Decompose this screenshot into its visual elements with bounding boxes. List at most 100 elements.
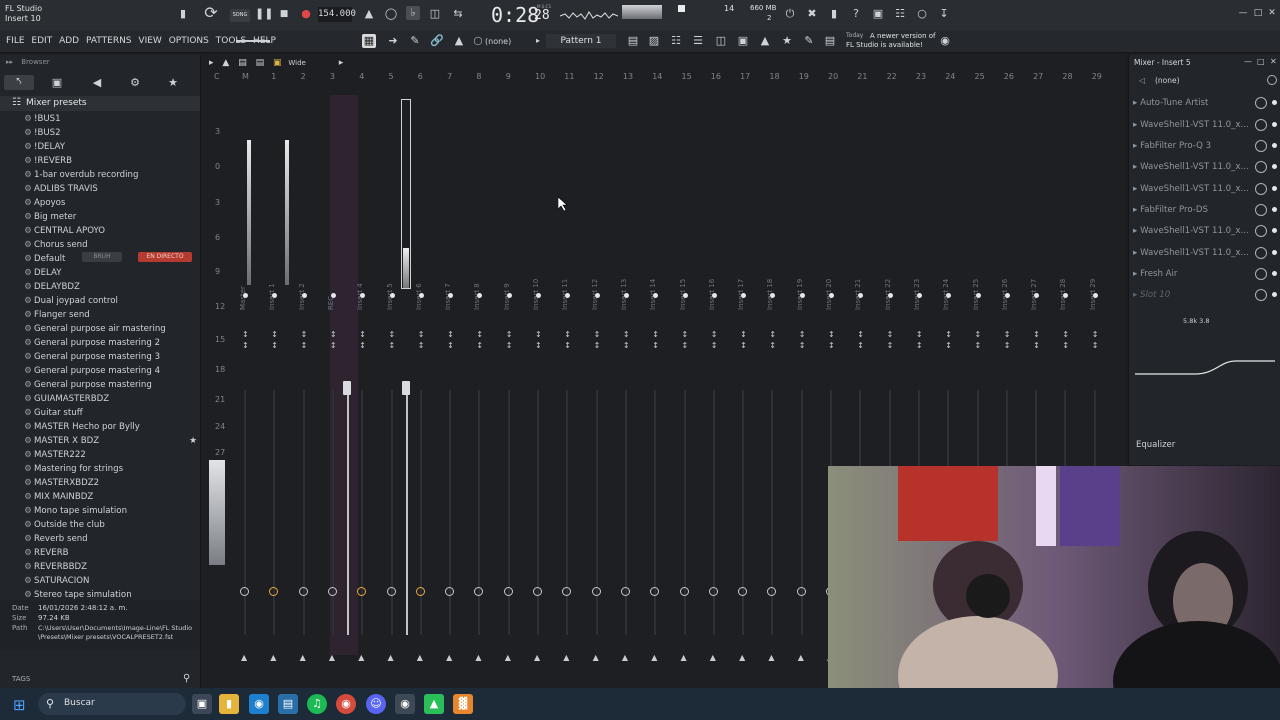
list-item[interactable]: ⚙ Flanger send [22,308,197,322]
fl-studio-icon[interactable]: ▓ [453,694,473,714]
song-mode-toggle[interactable]: SONG [230,9,250,22]
wait-icon[interactable]: ◯ [384,7,398,21]
stereo-knob[interactable]: ↕ [359,341,366,350]
mixer-strip[interactable]: Insert 19 ↕ ↕ ▲ [788,55,816,688]
fader-track[interactable] [566,390,569,635]
list-item[interactable]: ⚙ MASTER X BDZ ★ [22,434,197,448]
list-item[interactable]: ⚙ !REVERB [22,154,197,168]
taskbar-search[interactable]: ⚲ Buscar [38,693,186,715]
piano-roll-icon[interactable]: ▨ [647,34,661,48]
strip-enable-toggle[interactable] [418,293,424,298]
pan-knob[interactable]: ↕ [1004,330,1011,339]
list-item[interactable]: ⚙ REVERB [22,546,197,560]
mixer-strip[interactable]: Insert 4 ↕ ↕ ▲ [348,55,376,688]
stereo-knob[interactable]: ↕ [447,341,454,350]
stereo-knob[interactable]: ↕ [769,341,776,350]
list-item[interactable]: ⚙ Dual joypad control [22,294,197,308]
route-knob[interactable] [327,587,337,596]
send-arrow-icon[interactable]: ▲ [593,653,599,662]
pan-knob[interactable]: ↕ [975,330,982,339]
menu-edit[interactable]: EDIT [31,36,52,46]
spotify-icon[interactable]: ♫ [307,694,327,714]
pencil-icon[interactable]: ✎ [408,34,422,48]
pan-knob[interactable]: ↕ [418,330,425,339]
fader-track[interactable] [683,390,686,635]
strip-enable-toggle[interactable] [243,293,248,298]
list-item[interactable]: ⚙ DELAY [22,266,197,280]
fader-track[interactable] [507,390,510,635]
fader-track[interactable] [595,390,598,635]
slot-enable-toggle[interactable] [1272,292,1277,297]
fx-slot-2[interactable]: ▸ WaveShell1-VST 11.0_x... [1133,115,1277,135]
route-knob[interactable] [415,587,425,596]
route-knob[interactable] [796,587,806,596]
strip-enable-toggle[interactable] [799,293,805,298]
list-item[interactable]: ⚙ General purpose mastering 3 [22,350,197,364]
list-item[interactable]: ⚙ REVERBBDZ [22,560,197,574]
stereo-knob[interactable]: ↕ [271,341,278,350]
obs-icon[interactable]: ◉ [395,694,415,714]
list-item[interactable]: ⚙ General purpose mastering 2 [22,336,197,350]
stereo-knob[interactable]: ↕ [740,341,747,350]
link-icon[interactable]: 🔗 [430,34,444,48]
save-icon[interactable]: ▣ [871,7,885,21]
route-knob[interactable] [240,587,249,596]
mixer-strip[interactable]: Insert 14 ↕ ↕ ▲ [641,55,669,688]
slot-enable-toggle[interactable] [1272,207,1277,212]
stereo-knob[interactable]: ↕ [945,341,952,350]
slot-enable-toggle[interactable] [1272,250,1277,255]
fx-slot-9[interactable]: ▸ Fresh Air [1133,264,1277,284]
snap-mode-icon[interactable]: ▦ [362,34,376,48]
pan-knob[interactable]: ↕ [476,330,483,339]
pan-knob[interactable]: ↕ [271,330,278,339]
mixer-strip[interactable]: Insert 8 ↕ ↕ ▲ [465,55,493,688]
fader-track[interactable] [273,390,276,635]
stereo-knob[interactable]: ↕ [594,341,601,350]
list-item[interactable]: ⚙ SATURACION [22,574,197,588]
slot-enable-toggle[interactable] [1272,228,1277,233]
fx-slot-6[interactable]: ▸ FabFilter Pro-DS [1133,200,1277,220]
store-icon[interactable]: ▤ [278,694,298,714]
fader-track[interactable] [244,390,246,635]
strip-enable-toggle[interactable] [887,293,893,298]
menu-options[interactable]: OPTIONS [169,36,209,46]
stamp-icon[interactable]: ▲ [452,34,466,48]
stereo-knob[interactable]: ↕ [711,341,718,350]
send-arrow-icon[interactable]: ▲ [388,653,394,662]
chat-icon[interactable]: ○ [915,7,929,21]
list-item[interactable]: ⚙ Reverb send [22,532,197,546]
route-knob[interactable] [620,587,630,596]
slot-mix-knob[interactable] [1255,119,1267,131]
folder-row[interactable]: ☷ Mixer presets [0,96,200,111]
slot-enable-toggle[interactable] [1272,164,1277,169]
send-arrow-icon[interactable]: ▲ [739,653,745,662]
stereo-knob[interactable]: ↕ [535,341,542,350]
list-item[interactable]: ⚙ MASTER222 [22,448,197,462]
stereo-knob[interactable]: ↕ [975,341,982,350]
fader-track[interactable] [771,390,774,635]
mixer-strip[interactable]: Insert 18 ↕ ↕ ▲ [758,55,786,688]
route-knob[interactable] [708,587,718,596]
pan-knob[interactable]: ↕ [1092,330,1099,339]
route-knob[interactable] [591,587,601,596]
send-arrow-icon[interactable]: ▲ [563,653,569,662]
pan-knob[interactable]: ↕ [447,330,454,339]
fx-slot-8[interactable]: ▸ WaveShell1-VST 11.0_x... [1133,243,1277,263]
close-x-icon[interactable]: ✖ [805,7,819,21]
strip-enable-toggle[interactable] [829,293,834,298]
fader-track[interactable] [712,390,715,635]
list-item[interactable]: ⚙ Outside the club [22,518,197,532]
stereo-knob[interactable]: ↕ [1033,341,1040,350]
route-knob[interactable] [679,587,689,596]
list-item[interactable]: ⚙ 1-bar overdub recording [22,168,197,182]
stereo-knob[interactable]: ↕ [418,341,425,350]
list-item[interactable]: ⚙ Apoyos [22,196,197,210]
slot-mix-knob[interactable] [1255,161,1267,173]
lock-icon[interactable]: ▮ [176,7,190,21]
channel-rack-icon[interactable]: ☷ [669,34,683,48]
stereo-knob[interactable]: ↕ [799,341,806,350]
mixer-strip[interactable]: Insert 1 ↕ ↕ ▲ [260,55,288,688]
stereo-knob[interactable]: ↕ [916,341,923,350]
route-knob[interactable] [269,587,279,596]
mixer-strip[interactable]: Insert 12 ↕ ↕ ▲ [583,55,611,688]
